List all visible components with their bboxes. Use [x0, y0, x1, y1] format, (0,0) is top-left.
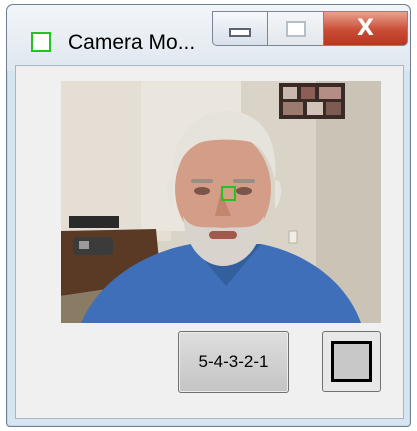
close-icon: X — [357, 16, 374, 41]
camera-image — [61, 81, 381, 323]
app-window: Camera Mo... X 5-4-3-2-1 — [6, 4, 411, 427]
square-toggle-icon — [331, 341, 372, 382]
client-area: 5-4-3-2-1 — [15, 65, 404, 419]
close-button[interactable]: X — [324, 11, 408, 46]
title-bar[interactable]: Camera Mo... X — [7, 5, 410, 71]
maximize-icon — [285, 20, 306, 37]
window-title: Camera Mo... — [68, 31, 196, 54]
minimize-icon — [229, 28, 251, 37]
caption-buttons: X — [212, 11, 408, 46]
maximize-button[interactable] — [268, 11, 324, 46]
camera-feed — [61, 81, 381, 323]
minimize-button[interactable] — [212, 11, 268, 46]
countdown-button[interactable]: 5-4-3-2-1 — [178, 331, 289, 393]
app-icon — [31, 32, 51, 52]
square-toggle-button[interactable] — [322, 331, 381, 392]
